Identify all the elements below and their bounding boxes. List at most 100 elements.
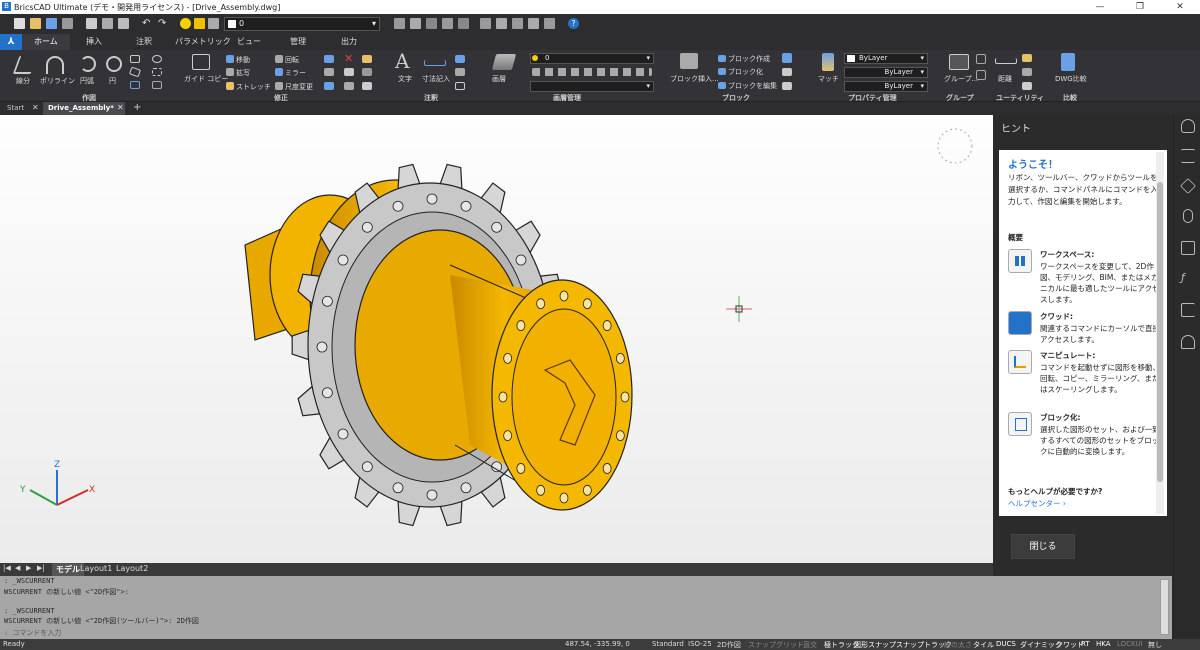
group-edit-icon[interactable]: [976, 70, 986, 80]
ungroup-icon[interactable]: [976, 54, 986, 64]
open-icon[interactable]: [30, 18, 41, 29]
arc-icon[interactable]: [80, 56, 96, 72]
layer-state-combo[interactable]: ▾: [530, 81, 654, 92]
scale-button[interactable]: 尺度変更: [285, 82, 313, 92]
snap-icon[interactable]: [394, 18, 405, 29]
tab-annotate[interactable]: 注釈: [136, 36, 152, 47]
status-dim-style[interactable]: ISO-25: [688, 640, 712, 648]
settings-icon[interactable]: [544, 18, 555, 29]
tab-insert[interactable]: 挿入: [86, 36, 102, 47]
command-input[interactable]: : コマンドを入力: [4, 628, 61, 638]
redo-icon[interactable]: ↷: [158, 18, 169, 29]
eraser-icon[interactable]: [496, 18, 507, 29]
prev-layout-icon[interactable]: ◀: [15, 564, 20, 572]
status-grid[interactable]: グリッド: [776, 640, 804, 650]
app-menu-button[interactable]: ⅄: [0, 34, 22, 50]
help-center-link[interactable]: ヘルプセンター ›: [1008, 498, 1066, 509]
status-rt[interactable]: RT: [1081, 640, 1090, 648]
function-icon[interactable]: ƒ: [1181, 271, 1195, 285]
tab-start[interactable]: Start: [2, 102, 29, 115]
delete-icon[interactable]: ✕: [344, 53, 353, 64]
status-ortho[interactable]: 直交: [803, 640, 817, 650]
id-point-icon[interactable]: [1022, 68, 1032, 76]
layer-on-icon[interactable]: [180, 18, 191, 29]
layer-lock-icon[interactable]: [208, 18, 219, 29]
leader-icon[interactable]: [455, 55, 465, 63]
close-icon[interactable]: ✕: [117, 103, 124, 112]
save-icon[interactable]: [46, 18, 57, 29]
save-as-icon[interactable]: [62, 18, 73, 29]
block-attr-icon[interactable]: [782, 53, 792, 63]
print-icon[interactable]: [118, 18, 129, 29]
status-lockui[interactable]: LOCKUI: [1117, 640, 1143, 648]
join-icon[interactable]: [344, 82, 354, 90]
calc-icon[interactable]: [1022, 82, 1032, 90]
properties-panel-icon[interactable]: [1181, 149, 1195, 163]
tab-home[interactable]: ホーム: [22, 34, 70, 50]
offset-icon[interactable]: [324, 55, 334, 63]
close-hint-button[interactable]: 閉じる: [1011, 534, 1075, 559]
attachments-icon[interactable]: [1183, 209, 1193, 223]
status-workspace[interactable]: 2D作図: [717, 640, 741, 650]
matchprop-icon[interactable]: [512, 18, 523, 29]
dwg-compare-icon[interactable]: [1061, 53, 1075, 71]
first-layout-icon[interactable]: |◀: [3, 564, 11, 572]
group-icon[interactable]: [949, 54, 969, 70]
text-icon[interactable]: A: [395, 50, 409, 72]
boundary-icon[interactable]: [152, 81, 162, 89]
region-icon[interactable]: [130, 81, 140, 89]
lineweight-combo[interactable]: ByLayer ▾: [844, 81, 928, 92]
hatch-panel-icon[interactable]: [1181, 241, 1195, 255]
circle-icon[interactable]: [106, 56, 122, 72]
status-none[interactable]: 無し: [1148, 640, 1162, 650]
plot-icon[interactable]: [102, 18, 113, 29]
break-icon[interactable]: [362, 82, 372, 90]
ellipse-icon[interactable]: [152, 55, 162, 63]
extend-icon[interactable]: [344, 68, 354, 76]
insert-block-icon[interactable]: [680, 53, 698, 69]
pan-icon[interactable]: [442, 18, 453, 29]
status-quad[interactable]: クワッド: [1056, 640, 1084, 650]
view-icon[interactable]: [458, 18, 469, 29]
close-icon[interactable]: ✕: [32, 103, 39, 112]
zoom-icon[interactable]: [426, 18, 437, 29]
status-text-style[interactable]: Standard: [652, 640, 684, 648]
layer-manager-icon[interactable]: [491, 54, 517, 70]
tab-view[interactable]: ビュー: [237, 36, 261, 47]
rotate-button[interactable]: 回転: [285, 55, 299, 65]
tab-output[interactable]: 出力: [341, 36, 357, 47]
undo-icon[interactable]: ↶: [142, 18, 153, 29]
status-hka[interactable]: HKA: [1096, 640, 1111, 648]
view-compass[interactable]: [937, 128, 973, 164]
layer-dropdown[interactable]: 0 ▾: [224, 17, 380, 31]
polyline-icon[interactable]: [46, 56, 64, 74]
layer-combo[interactable]: 0 ▾: [530, 53, 654, 64]
block-ref-icon[interactable]: [782, 68, 792, 76]
command-scrollbar[interactable]: [1160, 579, 1169, 635]
minimize-button[interactable]: —: [1080, 0, 1120, 14]
move-button[interactable]: 移動: [236, 55, 250, 65]
status-snap[interactable]: スナップ: [748, 640, 776, 650]
drawing-canvas[interactable]: Z Y X: [0, 115, 993, 563]
print-preview-icon[interactable]: [86, 18, 97, 29]
layers-panel-icon[interactable]: [1180, 178, 1196, 194]
stretch-button[interactable]: ストレッチ: [236, 82, 271, 92]
match-properties-icon[interactable]: [822, 53, 834, 71]
measure-icon[interactable]: [1022, 54, 1032, 62]
last-layout-icon[interactable]: ▶|: [37, 564, 45, 572]
hatch-icon[interactable]: [152, 68, 162, 76]
rectangle-icon[interactable]: [130, 55, 140, 63]
tab-layout1[interactable]: Layout1: [80, 564, 112, 573]
cloud-icon[interactable]: [1181, 335, 1195, 349]
help-icon[interactable]: ?: [568, 18, 579, 29]
block-tool-icon[interactable]: [782, 82, 792, 90]
hint-scrollbar[interactable]: [1156, 152, 1164, 514]
maximize-button[interactable]: ❐: [1120, 0, 1160, 14]
tab-layout2[interactable]: Layout2: [116, 564, 148, 573]
edit-block-button[interactable]: ブロックを編集: [728, 81, 777, 91]
explode-icon[interactable]: [362, 68, 372, 76]
linetype-combo[interactable]: ByLayer ▾: [844, 67, 928, 78]
status-ducs[interactable]: DUCS: [996, 640, 1016, 648]
tab-manage[interactable]: 管理: [290, 36, 306, 47]
guide-copy-icon[interactable]: [192, 54, 210, 70]
